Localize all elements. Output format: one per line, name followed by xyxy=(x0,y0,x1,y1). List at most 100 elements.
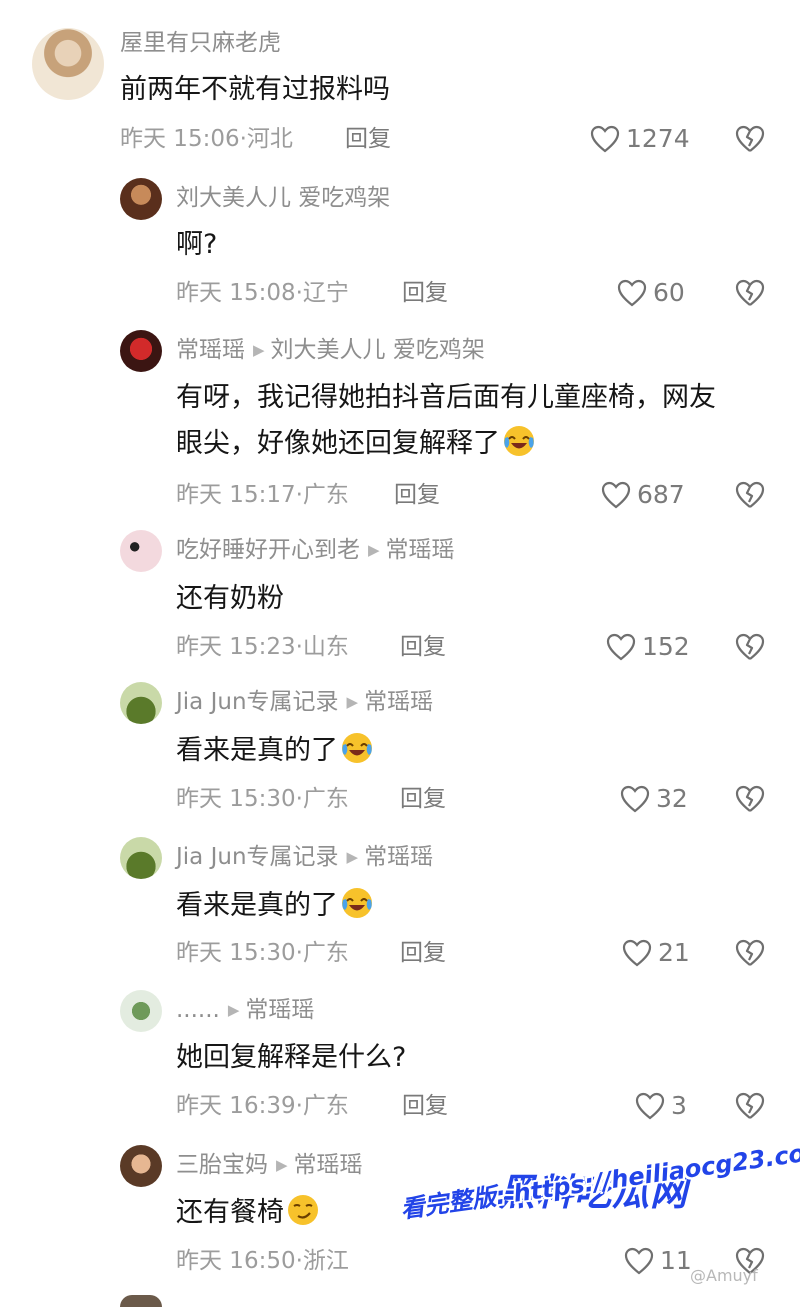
broken-heart-icon[interactable] xyxy=(734,784,766,814)
reply-button[interactable]: 回复 xyxy=(345,124,391,154)
username[interactable]: Jia Jun专属记录 ▶ 常瑶瑶 xyxy=(176,842,433,874)
like-count: 60 xyxy=(653,278,685,307)
username[interactable]: 常瑶瑶 ▶ 刘大美人儿 爱吃鸡架 xyxy=(176,335,485,367)
comment-time: 昨天 15:17 xyxy=(176,482,296,508)
comment-time: 昨天 15:06 xyxy=(120,126,240,152)
avatar[interactable] xyxy=(120,178,162,220)
reply-button[interactable]: 回复 xyxy=(402,1091,448,1121)
heart-icon xyxy=(635,1092,665,1120)
username[interactable]: 吃好睡好开心到老 ▶ 常瑶瑶 xyxy=(176,535,455,567)
comment-text: 前两年不就有过报料吗 xyxy=(120,70,390,110)
comment-time: 昨天 15:23 xyxy=(176,634,296,660)
like-count: 11 xyxy=(660,1246,692,1275)
smirk-emoji-icon xyxy=(286,1193,320,1239)
reply-item: 吃好睡好开心到老 ▶ 常瑶瑶 还有奶粉 昨天 15:23·山东 回复 152 xyxy=(0,525,800,675)
comment-region: 广东 xyxy=(302,482,349,508)
reply-arrow-icon: ▶ xyxy=(346,848,359,866)
reply-item: 刘大美人儿 爱吃鸡架 啊? 昨天 15:08·辽宁 回复 60 xyxy=(0,165,800,320)
comment-text: 她回复解释是什么? xyxy=(176,1042,407,1073)
reply-to-username[interactable]: 常瑶瑶 xyxy=(294,1152,363,1178)
comment-region: 广东 xyxy=(302,1093,349,1119)
heart-icon xyxy=(624,1247,654,1275)
crying-laughing-emoji-icon xyxy=(340,886,374,932)
like-count: 3 xyxy=(671,1091,687,1120)
avatar[interactable] xyxy=(120,1295,162,1307)
reply-to-username[interactable]: 常瑶瑶 xyxy=(386,537,455,563)
username[interactable]: 屋里有只麻老虎 xyxy=(120,28,281,58)
comment-time: 昨天 16:39 xyxy=(176,1093,296,1119)
comment-meta: 昨天 15:23·山东 xyxy=(176,634,349,660)
avatar[interactable] xyxy=(120,330,162,372)
username[interactable]: 刘大美人儿 爱吃鸡架 xyxy=(176,183,390,213)
comment-text-body: 还有餐椅 xyxy=(176,1197,284,1228)
like-count: 1274 xyxy=(626,124,690,153)
reply-to-username[interactable]: 常瑶瑶 xyxy=(245,997,314,1023)
username-text[interactable]: 三胎宝妈 xyxy=(176,1152,268,1178)
like-button[interactable]: 3 xyxy=(635,1091,687,1121)
avatar[interactable] xyxy=(32,28,104,100)
reply-arrow-icon: ▶ xyxy=(368,541,380,559)
reply-to-username[interactable]: 常瑶瑶 xyxy=(364,844,433,870)
reply-to-username[interactable]: 常瑶瑶 xyxy=(364,689,433,715)
username[interactable]: ...... ▶ 常瑶瑶 xyxy=(176,995,314,1027)
avatar[interactable] xyxy=(120,990,162,1032)
comment-time: 昨天 15:30 xyxy=(176,940,296,966)
comment-region: 浙江 xyxy=(302,1248,349,1274)
username[interactable]: Jia Jun专属记录 ▶ 常瑶瑶 xyxy=(176,687,433,719)
reply-button[interactable]: 回复 xyxy=(402,278,448,308)
avatar[interactable] xyxy=(120,1145,162,1187)
heart-icon xyxy=(606,633,636,661)
avatar[interactable] xyxy=(120,682,162,724)
heart-icon xyxy=(620,785,650,813)
reply-button[interactable]: 回复 xyxy=(394,480,440,510)
like-button[interactable]: 11 xyxy=(624,1246,692,1276)
username-text[interactable]: 常瑶瑶 xyxy=(176,337,245,363)
comment-meta: 昨天 15:30·广东 xyxy=(176,940,349,966)
comment-region: 河北 xyxy=(246,126,293,152)
reply-button[interactable]: 回复 xyxy=(400,632,446,662)
reply-button[interactable]: 回复 xyxy=(400,784,446,814)
heart-icon xyxy=(622,939,652,967)
comment-text-body: 看来是真的了 xyxy=(176,735,338,766)
like-button[interactable]: 21 xyxy=(622,938,690,968)
username-text[interactable]: Jia Jun专属记录 xyxy=(176,689,339,715)
reply-to-username[interactable]: 刘大美人儿 爱吃鸡架 xyxy=(271,337,485,363)
comment-time: 昨天 15:08 xyxy=(176,280,296,306)
broken-heart-icon[interactable] xyxy=(734,1091,766,1121)
broken-heart-icon[interactable] xyxy=(734,278,766,308)
username-text[interactable]: Jia Jun专属记录 xyxy=(176,844,339,870)
broken-heart-icon[interactable] xyxy=(734,632,766,662)
like-button[interactable]: 32 xyxy=(620,784,688,814)
like-count: 152 xyxy=(642,632,690,661)
like-button[interactable]: 152 xyxy=(606,632,690,662)
like-button[interactable]: 687 xyxy=(601,480,685,510)
crying-laughing-emoji-icon xyxy=(502,424,536,470)
comment-meta: 昨天 16:50·浙江 xyxy=(176,1248,349,1274)
broken-heart-icon[interactable] xyxy=(734,480,766,510)
reply-arrow-icon: ▶ xyxy=(253,341,265,359)
comment-text-body: 前两年不就有过报料吗 xyxy=(120,74,390,105)
username-text[interactable]: ...... xyxy=(176,997,220,1023)
broken-heart-icon[interactable] xyxy=(734,124,766,154)
comment-text: 看来是真的了 xyxy=(176,886,374,932)
like-button[interactable]: 1274 xyxy=(590,124,690,154)
like-button[interactable]: 60 xyxy=(617,278,685,308)
like-count: 32 xyxy=(656,784,688,813)
broken-heart-icon[interactable] xyxy=(734,938,766,968)
username-text[interactable]: 吃好睡好开心到老 xyxy=(176,537,360,563)
comment-text-body: 看来是真的了 xyxy=(176,890,338,921)
like-count: 687 xyxy=(637,480,685,509)
reply-button[interactable]: 回复 xyxy=(400,938,446,968)
avatar[interactable] xyxy=(120,837,162,879)
avatar[interactable] xyxy=(120,530,162,572)
reply-item: Jia Jun专属记录 ▶ 常瑶瑶 看来是真的了 昨天 15:30·广东 回复 32 xyxy=(0,675,800,830)
username[interactable]: 三胎宝妈 ▶ 常瑶瑶 xyxy=(176,1150,363,1182)
comment-text: 啊? xyxy=(176,229,218,260)
comment-time: 昨天 16:50 xyxy=(176,1248,296,1274)
comment-text: 还有餐椅 xyxy=(176,1193,320,1239)
like-count: 21 xyxy=(658,938,690,967)
comment-region: 广东 xyxy=(302,786,349,812)
reply-item: Jia Jun专属记录 ▶ 常瑶瑶 看来是真的了 昨天 15:30·广东 回复 21 xyxy=(0,830,800,985)
comment-text: 还有奶粉 xyxy=(176,583,284,614)
comment-time: 昨天 15:30 xyxy=(176,786,296,812)
